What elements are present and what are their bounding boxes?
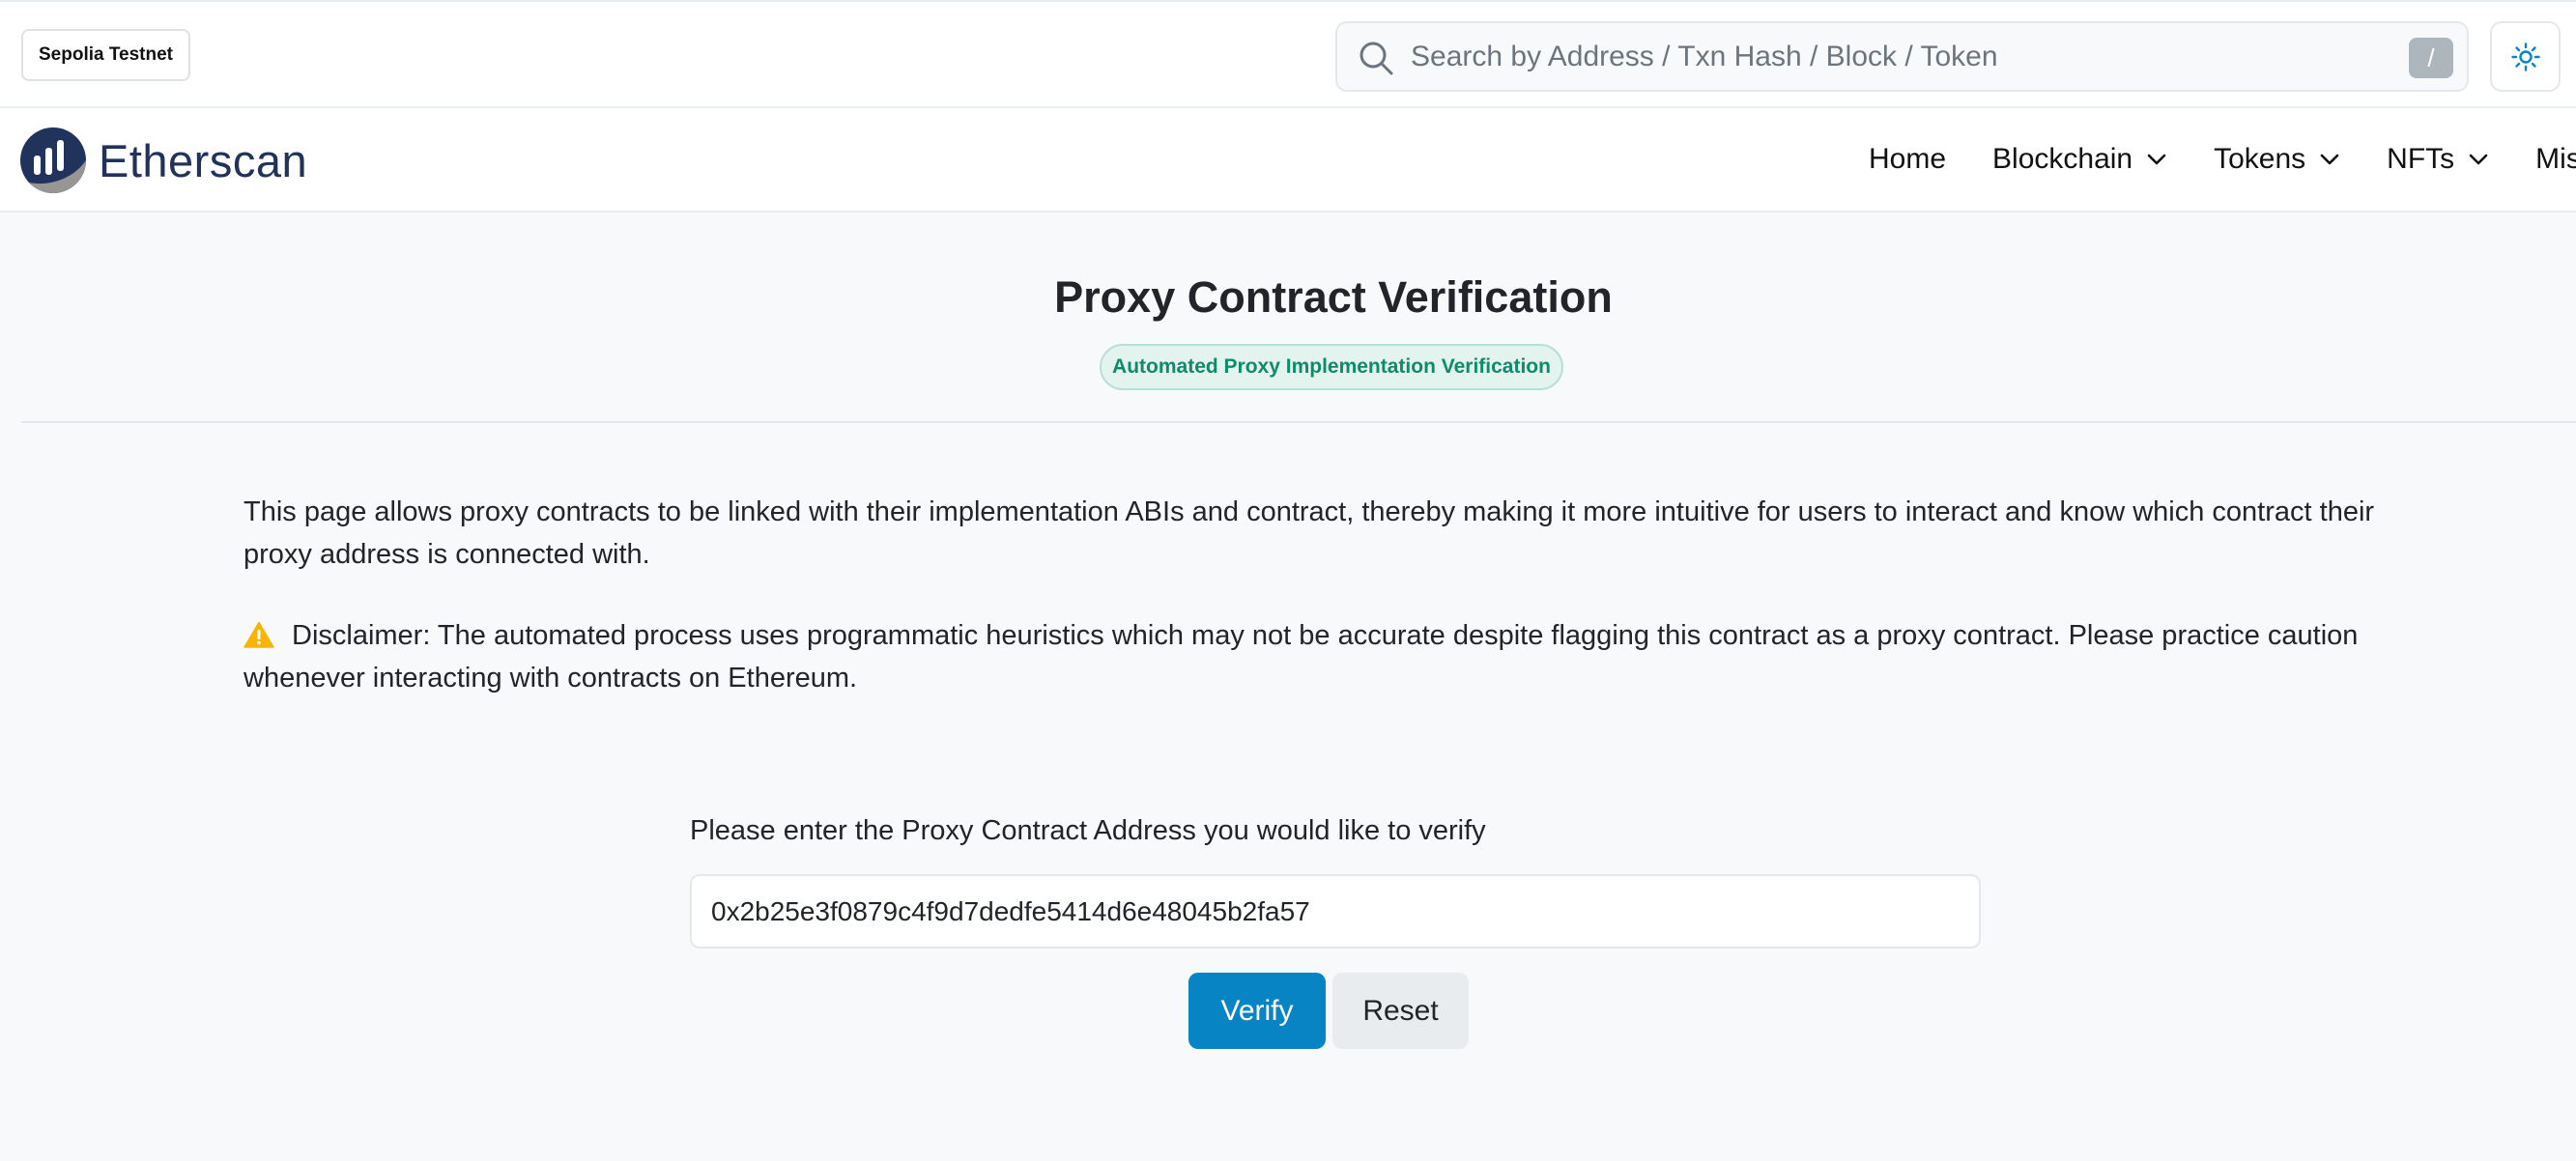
page-title: Proxy Contract Verification: [1054, 272, 1613, 322]
nav-item-label: Blockchain: [1992, 143, 2133, 175]
proxy-address-input[interactable]: [690, 874, 1981, 949]
theme-toggle-button[interactable]: [2490, 21, 2561, 92]
nav-item-label: NFTs: [2387, 143, 2455, 175]
search-box[interactable]: /: [1335, 21, 2469, 92]
page-subtitle-badge: Automated Proxy Implementation Verificat…: [1100, 344, 1563, 390]
nav-item-blockchain[interactable]: Blockchain: [1992, 143, 2167, 176]
verify-button[interactable]: Verify: [1188, 973, 1326, 1049]
nav-item-label: Tokens: [2214, 143, 2306, 175]
address-field-label: Please enter the Proxy Contract Address …: [690, 815, 1486, 846]
network-badge[interactable]: Sepolia Testnet: [21, 29, 191, 81]
sun-icon: [2511, 42, 2540, 71]
nav-item-tokens[interactable]: Tokens: [2214, 143, 2340, 176]
search-input[interactable]: [1411, 23, 2358, 90]
divider: [21, 421, 2576, 423]
nav-item-home[interactable]: Home: [1869, 143, 1946, 176]
nav-item-label: Home: [1869, 143, 1947, 175]
chevron-down-icon: [2469, 154, 2488, 165]
disclaimer-text: Disclaimer: The automated process uses p…: [243, 620, 2359, 694]
nav-item-misc[interactable]: Mis: [2535, 143, 2576, 176]
warning-icon: [243, 621, 274, 648]
top-utility-bar: Sepolia Testnet /: [0, 0, 2576, 108]
etherscan-logo[interactable]: Etherscan: [19, 126, 307, 195]
nav-item-label: Mis: [2535, 143, 2576, 175]
logo-text: Etherscan: [99, 134, 308, 186]
nav-item-nfts[interactable]: NFTs: [2387, 143, 2489, 176]
search-shortcut-key: /: [2409, 38, 2453, 78]
disclaimer: Disclaimer: The automated process uses p…: [243, 614, 2427, 699]
intro-text: This page allows proxy contracts to be l…: [243, 496, 2375, 570]
etherscan-logo-icon: [20, 127, 86, 193]
main-navbar: Etherscan Home Blockchain Tokens NFTs Mi…: [0, 108, 2576, 212]
chevron-down-icon: [2320, 154, 2339, 165]
search-icon: [1360, 42, 1393, 75]
reset-button[interactable]: Reset: [1332, 973, 1469, 1049]
chevron-down-icon: [2147, 154, 2166, 165]
nav-menu: Home Blockchain Tokens NFTs Mis: [1869, 108, 2576, 211]
